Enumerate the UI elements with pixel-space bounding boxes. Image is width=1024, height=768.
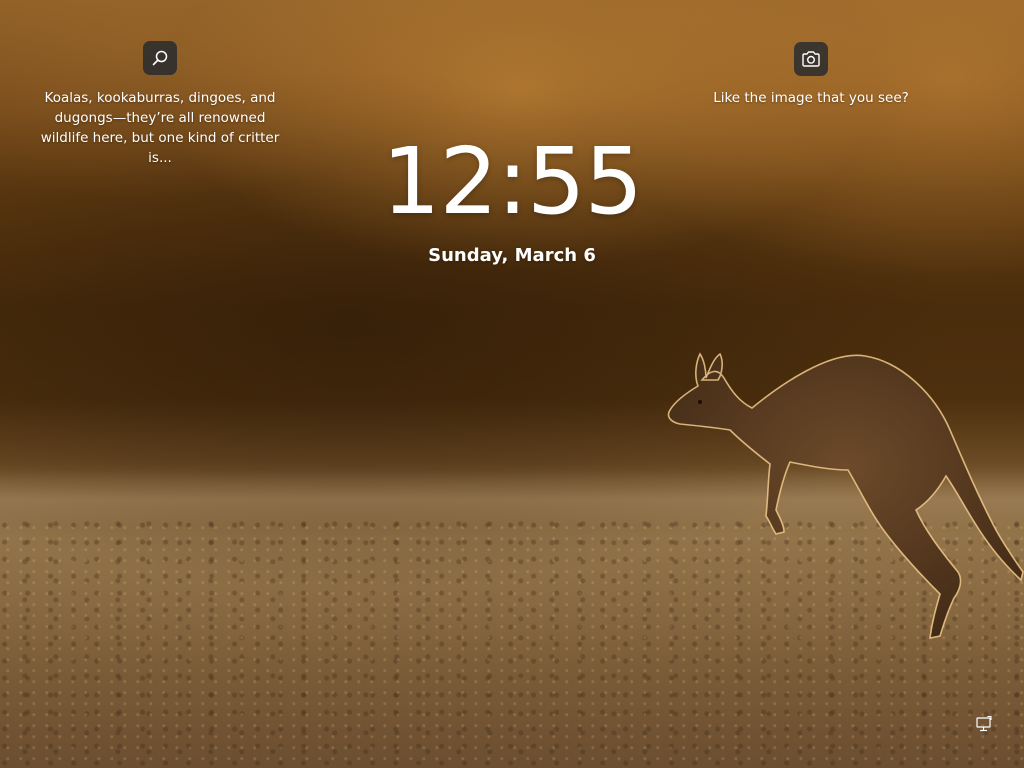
fun-fact-text[interactable]: Koalas, kookaburras, dingoes, and dugong… bbox=[30, 88, 290, 168]
network-button[interactable] bbox=[972, 714, 996, 738]
camera-icon bbox=[801, 50, 821, 68]
clock-date: Sunday, March 6 bbox=[428, 245, 596, 266]
search-button[interactable] bbox=[143, 41, 177, 75]
lock-screen[interactable]: Koalas, kookaburras, dingoes, and dugong… bbox=[0, 0, 1024, 768]
like-image-text[interactable]: Like the image that you see? bbox=[700, 88, 922, 108]
camera-button[interactable] bbox=[794, 42, 828, 76]
search-icon bbox=[151, 49, 169, 67]
kangaroo-silhouette bbox=[667, 352, 1024, 640]
clock-time: 12:55 bbox=[381, 128, 643, 235]
network-icon bbox=[975, 715, 993, 737]
